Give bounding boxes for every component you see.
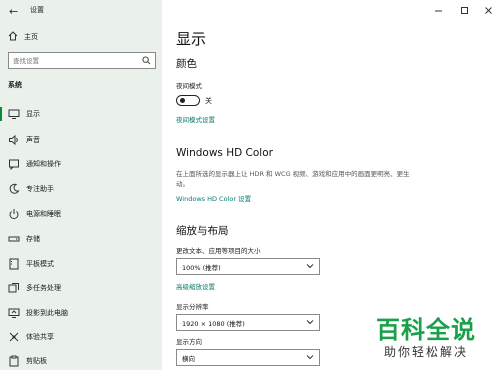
share-icon	[9, 332, 19, 342]
night-mode-state: 关	[205, 97, 212, 105]
resolution-dropdown[interactable]: 1920 × 1080 (推荐)	[176, 314, 320, 331]
hd-color-heading: Windows HD Color	[176, 147, 273, 159]
monitor-icon	[8, 109, 20, 119]
toggle-knob	[180, 98, 185, 103]
orientation-value: 横向	[182, 355, 195, 363]
watermark-subtitle: 助你轻松解决	[384, 345, 469, 359]
sidebar-item-project[interactable]: 投影到此电脑	[0, 302, 162, 324]
scale-layout-heading: 缩放与布局	[176, 225, 229, 237]
notification-icon	[9, 159, 19, 170]
resolution-label: 显示分辨率	[176, 303, 209, 311]
sidebar-item-focus-assist[interactable]: 专注助手	[0, 178, 162, 200]
home-icon	[8, 30, 20, 44]
clipboard-icon	[9, 355, 19, 367]
search-input[interactable]	[9, 53, 137, 68]
hd-color-settings-link[interactable]: Windows HD Color 设置	[176, 193, 251, 203]
storage-icon	[8, 236, 20, 242]
scale-label: 更改文本、应用等项目的大小	[176, 247, 261, 255]
sidebar-item-notifications[interactable]: 通知和操作	[0, 153, 162, 175]
night-mode-label: 夜间模式	[176, 82, 202, 90]
sidebar-item-label: 体验共享	[26, 333, 54, 341]
sidebar-item-label: 显示	[26, 110, 40, 118]
tablet-icon	[9, 258, 19, 270]
moon-icon	[9, 183, 20, 194]
resolution-value: 1920 × 1080 (推荐)	[182, 320, 245, 328]
orientation-label: 显示方向	[176, 338, 202, 346]
sidebar: 主页 系统 显示 声音 通知和操作	[0, 0, 162, 370]
sidebar-item-label: 平板模式	[26, 260, 54, 268]
home-nav-item[interactable]: 主页	[8, 30, 38, 44]
back-arrow-icon[interactable]: ←	[9, 5, 18, 18]
night-mode-toggle[interactable]	[176, 95, 200, 106]
speaker-icon	[9, 134, 18, 146]
watermark-title: 百科全说	[376, 316, 476, 344]
sidebar-item-tablet-mode[interactable]: 平板模式	[0, 253, 162, 275]
sidebar-item-label: 剪贴板	[26, 357, 47, 365]
sidebar-item-display[interactable]: 显示	[0, 103, 162, 125]
sidebar-item-label: 专注助手	[26, 185, 54, 193]
sidebar-item-sound[interactable]: 声音	[0, 129, 162, 151]
active-indicator	[0, 107, 2, 121]
power-icon	[9, 209, 19, 220]
scale-dropdown[interactable]: 100% (推荐)	[176, 258, 320, 275]
advanced-scale-link[interactable]: 高级缩放设置	[176, 281, 215, 291]
sidebar-item-storage[interactable]: 存储	[0, 228, 162, 250]
night-mode-settings-link[interactable]: 夜间模式设置	[176, 114, 215, 124]
search-box[interactable]	[8, 52, 156, 69]
sidebar-item-power[interactable]: 电源和睡眠	[0, 203, 162, 225]
window-title: 设置	[30, 6, 44, 14]
search-icon[interactable]	[142, 56, 151, 65]
sidebar-item-label: 声音	[26, 136, 40, 144]
chevron-down-icon	[306, 355, 314, 360]
section-label-system: 系统	[8, 81, 22, 89]
sidebar-item-clipboard[interactable]: 剪贴板	[0, 350, 162, 372]
sidebar-item-label: 通知和操作	[26, 160, 61, 168]
project-icon	[8, 308, 20, 318]
chevron-down-icon	[306, 264, 314, 269]
sidebar-item-label: 电源和睡眠	[26, 210, 61, 218]
multitask-icon	[8, 283, 19, 293]
hd-color-description: 在上面所选的显示器上让 HDR 和 WCG 视频、游戏和应用中的画面更明亮、更生…	[176, 170, 410, 188]
page-title: 显示	[176, 30, 207, 48]
home-label: 主页	[24, 33, 38, 41]
scale-value: 100% (推荐)	[182, 264, 221, 272]
chevron-down-icon	[306, 320, 314, 325]
sidebar-item-label: 存储	[26, 235, 40, 243]
sidebar-item-label: 多任务处理	[26, 284, 61, 292]
orientation-dropdown[interactable]: 横向	[176, 349, 320, 366]
sidebar-item-multitasking[interactable]: 多任务处理	[0, 277, 162, 299]
color-heading: 颜色	[176, 58, 197, 70]
sidebar-item-label: 投影到此电脑	[26, 309, 68, 317]
sidebar-item-shared-experiences[interactable]: 体验共享	[0, 326, 162, 348]
